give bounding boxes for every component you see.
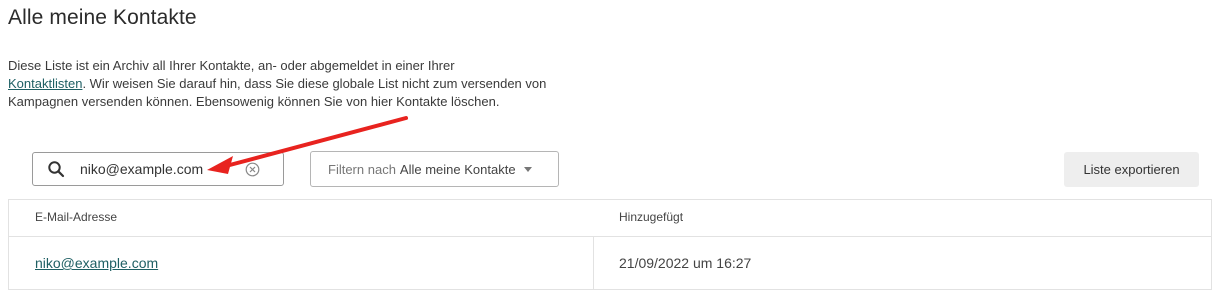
- filter-value: Alle meine Kontakte: [399, 161, 516, 177]
- column-header-email[interactable]: E-Mail-Adresse: [35, 210, 117, 224]
- row-email-link[interactable]: niko@example.com: [35, 255, 158, 271]
- column-header-added[interactable]: Hinzugefügt: [619, 210, 683, 224]
- contact-lists-link[interactable]: Kontaktlisten: [8, 76, 82, 91]
- filter-dropdown[interactable]: Filtern nach Alle meine Kontakte: [310, 151, 559, 187]
- search-box[interactable]: [32, 152, 284, 186]
- page-description: Diese Liste ist ein Archiv all Ihrer Kon…: [8, 57, 568, 111]
- clear-icon[interactable]: [244, 161, 260, 177]
- description-rest: . Wir weisen Sie darauf hin, dass Sie di…: [8, 76, 547, 109]
- page-title: Alle meine Kontakte: [8, 6, 197, 29]
- search-icon: [46, 159, 66, 179]
- chevron-down-icon: [523, 166, 532, 172]
- filter-prefix: Filtern nach: [328, 161, 396, 177]
- search-input[interactable]: [80, 159, 240, 179]
- table-row: niko@example.com 21/09/2022 um 16:27: [9, 237, 1211, 289]
- column-divider: [593, 237, 594, 289]
- row-added-date: 21/09/2022 um 16:27: [619, 255, 752, 271]
- export-list-button[interactable]: Liste exportieren: [1064, 152, 1199, 187]
- table-header: E-Mail-Adresse Hinzugefügt: [9, 200, 1211, 237]
- description-line1: Diese Liste ist ein Archiv all Ihrer Kon…: [8, 58, 455, 73]
- contacts-table: E-Mail-Adresse Hinzugefügt niko@example.…: [8, 199, 1212, 290]
